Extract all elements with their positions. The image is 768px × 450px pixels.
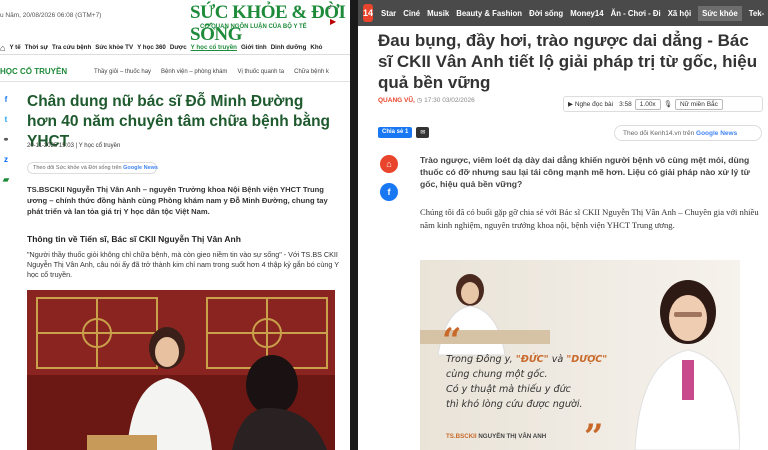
quote-part: và — [548, 354, 567, 365]
google-news-follow[interactable]: Theo dõi Sức khỏe và Đời sống trên Googl… — [27, 162, 158, 174]
nav-item[interactable]: Tek- — [749, 9, 764, 18]
article-lead: TS.BSCKII Nguyễn Thị Vân Anh – nguyên Tr… — [27, 185, 328, 216]
share-row: Chia sẻ 1 ✉ — [378, 127, 430, 138]
nav-item[interactable]: Giới tính — [241, 44, 271, 51]
nav-item[interactable]: Money14 — [570, 9, 603, 18]
site-logo-subtitle: CƠ QUAN NGÔN LUẬN CỦA BỘ Y TẾ — [200, 24, 307, 30]
quote-duc: "ĐỨC" — [515, 354, 549, 365]
nav-item[interactable]: Dược — [170, 44, 191, 51]
article-meta: 20-11-2025 15:03 | Y học cổ truyền — [27, 143, 120, 149]
article-meta: QUANG VŨ, ◷ 17:30 03/02/2026 — [378, 96, 475, 104]
quote-line: Có y thuật mà thiếu y đức — [446, 384, 571, 395]
quote-part: Trong Đông y, — [446, 354, 516, 365]
play-icon[interactable]: ▶ — [568, 100, 575, 108]
right-article-page: 14 Star Ciné Musik Beauty & Fashion Đời … — [358, 0, 768, 450]
home-icon[interactable]: ⌂ — [0, 43, 9, 53]
left-header: u Năm, 20/08/2026 06:08 (GTM+7) SỨC KHỎE… — [0, 0, 350, 45]
nav-item[interactable]: Sức khỏe TV — [95, 44, 137, 51]
article-author[interactable]: QUANG VŨ, — [378, 97, 415, 104]
facebook-icon[interactable]: f — [380, 183, 398, 201]
facebook-share-button[interactable]: Chia sẻ 1 — [378, 127, 413, 138]
quote-duoc: "DƯỢC" — [566, 354, 608, 365]
quote-signature: TS.BSCKII NGUYỄN THỊ VÂN ANH — [446, 433, 546, 440]
quote-text: Trong Đông y, "ĐỨC" và "DƯỢC" cùng chung… — [446, 352, 646, 412]
zalo-icon[interactable]: z — [0, 154, 12, 166]
article-heading: Thông tin về Tiến sĩ, Bác sĩ CKII Nguyễn… — [27, 234, 241, 244]
nav-item-active[interactable]: Sức khỏe — [698, 5, 742, 21]
youtube-icon[interactable]: ▶ — [330, 17, 336, 26]
nav-item[interactable]: Ăn - Chơi - Đi — [611, 9, 661, 18]
article-sapo: Trào ngược, viêm loét dạ dày dai dẳng kh… — [420, 155, 750, 189]
share-sidebar: f t ⚭ z ▰ — [0, 94, 16, 194]
nav-item[interactable]: Y tế — [9, 44, 24, 51]
signature-name: NGUYỄN THỊ VÂN ANH — [478, 433, 547, 440]
section-sub-link[interactable]: Bệnh viện – phòng khám — [161, 69, 227, 75]
kenh14-nav: 14 Star Ciné Musik Beauty & Fashion Đời … — [358, 0, 768, 26]
quote-line: Trong Đông y, "ĐỨC" và "DƯỢC" — [446, 352, 646, 367]
article-paragraph: "Người thầy thuốc giỏi không chỉ chữa bệ… — [27, 250, 339, 279]
article-photo — [27, 290, 335, 450]
link-icon[interactable]: ⚭ — [0, 134, 12, 146]
nav-item[interactable]: Ciné — [403, 9, 420, 18]
follow-text: Theo dõi Sức khỏe và Đời sống trên — [33, 165, 122, 171]
mail-icon[interactable]: ✉ — [416, 127, 430, 138]
clock-icon: ◷ — [416, 97, 423, 104]
section-sub-link[interactable]: Chữa bệnh k — [294, 69, 329, 75]
google-news-brand: Google News — [123, 165, 158, 171]
panel-divider — [350, 0, 358, 450]
twitter-icon[interactable]: t — [0, 114, 12, 126]
audio-label[interactable]: Nghe đọc bài — [575, 101, 613, 108]
close-quote-icon: ” — [584, 417, 604, 450]
left-article-page: u Năm, 20/08/2026 06:08 (GTM+7) SỨC KHỎE… — [0, 0, 350, 450]
kenh14-logo[interactable]: 14 — [363, 4, 374, 22]
mic-icon[interactable]: 🎙 — [664, 100, 672, 108]
signature-prefix: TS.BSCKII — [446, 433, 479, 440]
header-date: u Năm, 20/08/2026 06:08 (GTM+7) — [0, 12, 102, 19]
nav-item[interactable]: Đời sống — [529, 9, 563, 18]
nav-item[interactable]: Xã hội — [668, 9, 691, 18]
quote-line: thì khó lòng cứu được người. — [446, 399, 583, 410]
audio-duration: 3:58 — [619, 100, 632, 108]
main-nav: ⌂ Y tế Thời sự Tra cứu bệnh Sức khỏe TV … — [0, 41, 350, 55]
nav-item-active[interactable]: Y học cổ truyền — [191, 44, 241, 51]
nav-item[interactable]: Tra cứu bệnh — [52, 44, 95, 51]
google-news-follow[interactable]: Theo dõi Kenh14.vn trên Google News — [614, 125, 762, 141]
tiktok-icon[interactable]: ♪ — [328, 2, 332, 11]
nav-item[interactable]: Musik — [427, 9, 449, 18]
comment-icon[interactable]: ▰ — [0, 174, 12, 186]
nav-item[interactable]: Dinh dưỡng — [271, 44, 311, 51]
nav-item[interactable]: Khỏ — [310, 44, 326, 51]
article-time: 17:30 03/02/2026 — [424, 97, 475, 104]
quote-line: cùng chung một gốc. — [446, 369, 548, 380]
follow-text: Theo dõi Kenh14.vn trên — [623, 130, 695, 137]
google-news-brand: Google News — [696, 130, 738, 137]
nav-item[interactable]: Star — [381, 9, 396, 18]
quote-banner: “ ” Trong Đông y, "ĐỨC" và "DƯỢC" cùng c… — [420, 260, 740, 450]
side-buttons: ⌂ f — [380, 155, 400, 211]
section-sub-link[interactable]: Thầy giỏi – thuốc hay — [94, 69, 151, 75]
section-bar: HỌC CỔ TRUYỀN Thầy giỏi – thuốc hay Bệnh… — [0, 62, 350, 82]
doctor-consultation-illustration — [27, 290, 335, 450]
article-title: Đau bụng, đầy hơi, trào ngược dai dẳng -… — [378, 31, 758, 92]
nav-item[interactable]: Y học 360 — [137, 44, 170, 51]
speed-select[interactable]: 1.00x — [634, 98, 661, 110]
audio-player: ▶ Nghe đọc bài 3:58 1.00x 🎙 Nữ miền Bắc — [563, 96, 763, 112]
article-date: 20-11-2025 15:03 — [27, 143, 74, 149]
section-title[interactable]: HỌC CỔ TRUYỀN — [0, 67, 94, 76]
facebook-icon[interactable]: f — [0, 94, 12, 106]
article-body: Chúng tôi đã có buổi gặp gỡ chia sẻ với … — [420, 207, 759, 230]
section-sub-link[interactable]: Vị thuốc quanh ta — [237, 69, 284, 75]
nav-item[interactable]: Thời sự — [25, 44, 52, 51]
article-category[interactable]: Y học cổ truyền — [79, 143, 121, 149]
voice-select[interactable]: Nữ miền Bắc — [674, 98, 723, 110]
home-icon[interactable]: ⌂ — [380, 155, 398, 173]
nav-item[interactable]: Beauty & Fashion — [456, 9, 522, 18]
